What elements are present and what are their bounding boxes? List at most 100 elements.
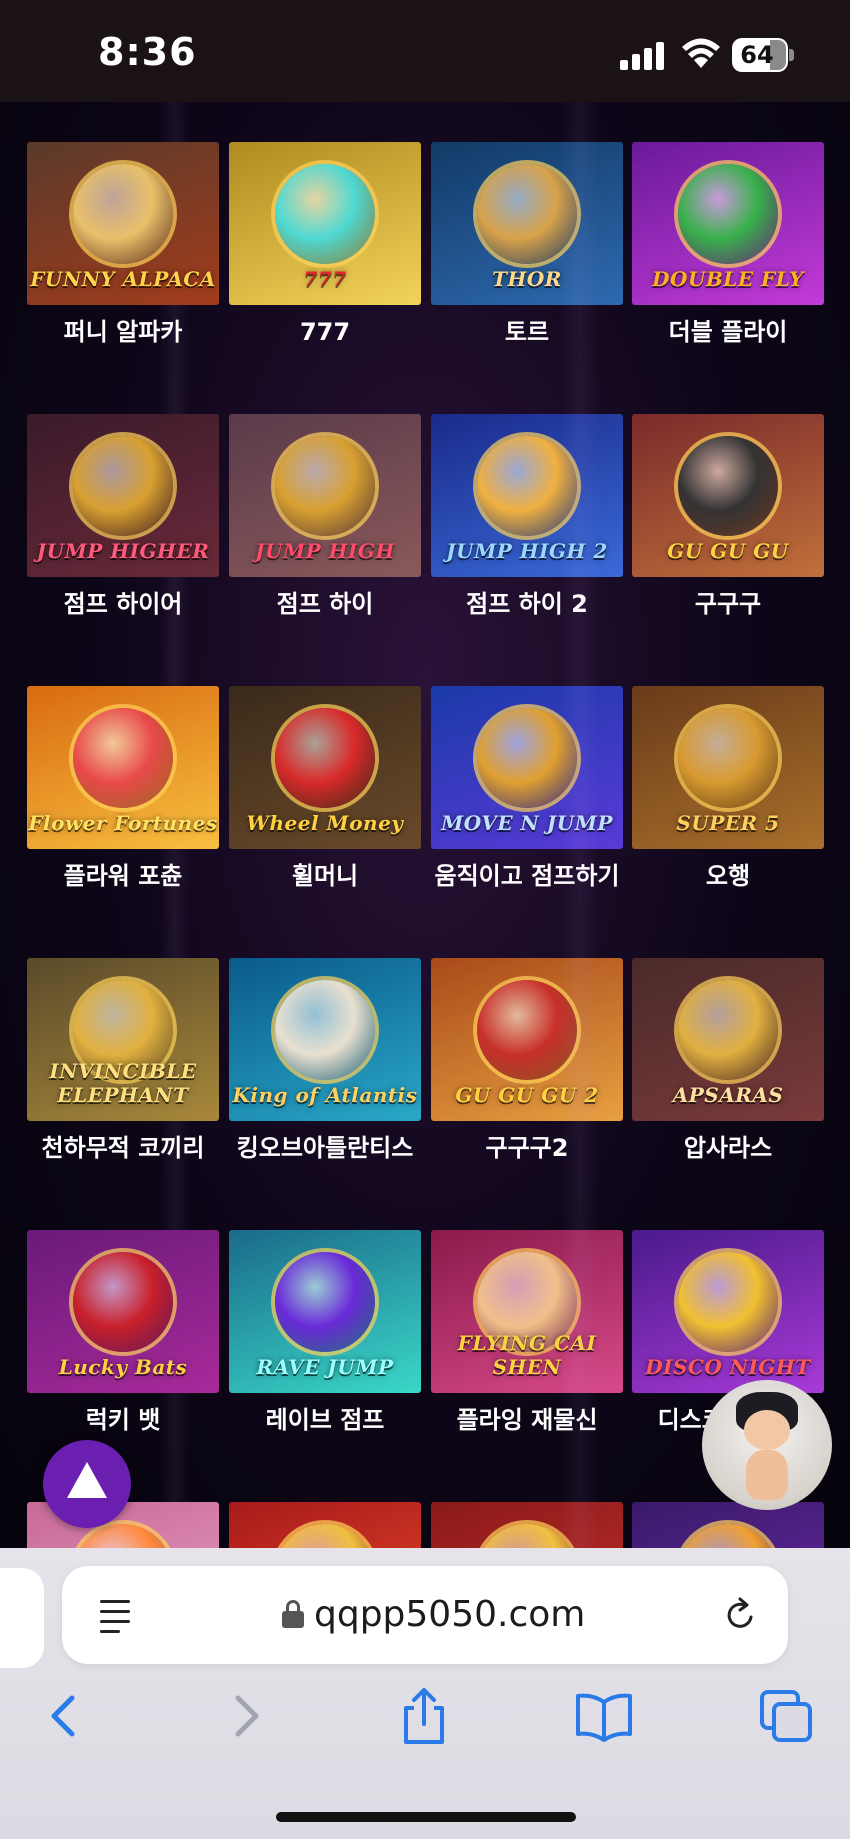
game-emblem xyxy=(73,1252,173,1352)
game-title[interactable]: 오행 xyxy=(632,859,824,893)
game-thumbnail[interactable]: Lucky Bats xyxy=(27,1230,219,1393)
game-thumbnail[interactable]: JUMP HIGH 2 xyxy=(431,414,623,577)
game-title[interactable]: 더블 플라이 xyxy=(632,315,824,349)
game-title[interactable]: 퍼니 알파카 xyxy=(27,315,219,349)
game-title[interactable]: 점프 하이어 xyxy=(27,587,219,621)
game-emblem xyxy=(73,436,173,536)
game-title[interactable]: 천하무적 코끼리 xyxy=(27,1131,219,1165)
game-logo: INVINCIBLE ELEPHANT xyxy=(49,1059,197,1107)
game-card[interactable]: RAVE JUMP 레이브 점프 xyxy=(229,1230,421,1437)
back-icon[interactable] xyxy=(34,1686,94,1746)
game-card[interactable] xyxy=(632,1502,824,1548)
game-card[interactable]: GU GU GU 2 구구구2 xyxy=(431,958,623,1165)
game-thumbnail[interactable]: 777 xyxy=(229,142,421,305)
game-logo: GU GU GU xyxy=(667,539,789,563)
game-card[interactable]: Flower Fortunes 플라워 포츈 xyxy=(27,686,219,893)
game-emblem xyxy=(275,436,375,536)
previous-tab-preview[interactable] xyxy=(0,1568,44,1668)
game-thumbnail[interactable]: GU GU GU xyxy=(632,414,824,577)
game-title[interactable]: 토르 xyxy=(431,315,623,349)
game-card[interactable]: Lucky Bats 럭키 뱃 xyxy=(27,1230,219,1437)
game-card[interactable]: JUMP HIGH 2 점프 하이 2 xyxy=(431,414,623,621)
game-thumbnail[interactable]: JUMP HIGHER xyxy=(27,414,219,577)
game-logo: King of Atlantis xyxy=(232,1083,418,1107)
game-logo: Flower Fortunes xyxy=(28,811,218,835)
game-card[interactable]: FLYING CAI SHEN 플라잉 재물신 xyxy=(431,1230,623,1437)
game-title[interactable]: 휠머니 xyxy=(229,859,421,893)
game-thumbnail[interactable]: THOR xyxy=(431,142,623,305)
lock-icon xyxy=(282,1600,304,1628)
game-emblem xyxy=(678,164,778,264)
game-thumbnail[interactable]: King of Atlantis xyxy=(229,958,421,1121)
game-thumbnail[interactable]: JUMP HIGH xyxy=(229,414,421,577)
game-emblem xyxy=(678,1524,778,1548)
game-emblem xyxy=(477,1524,577,1548)
game-title[interactable]: 킹오브아틀란티스 xyxy=(229,1131,421,1165)
game-emblem xyxy=(275,708,375,808)
game-card[interactable]: GU GU GU 구구구 xyxy=(632,414,824,621)
game-thumbnail[interactable] xyxy=(431,1502,623,1548)
page-menu-icon[interactable] xyxy=(100,1596,136,1634)
reload-icon[interactable] xyxy=(722,1596,758,1634)
game-title[interactable]: 점프 하이 2 xyxy=(431,587,623,621)
game-thumbnail[interactable]: FUNNY ALPACA xyxy=(27,142,219,305)
bookmarks-icon[interactable] xyxy=(574,1686,634,1746)
game-card[interactable]: JUMP HIGH 점프 하이 xyxy=(229,414,421,621)
game-card[interactable]: MOVE N JUMP 움직이고 점프하기 xyxy=(431,686,623,893)
game-thumbnail[interactable]: Wheel Money xyxy=(229,686,421,849)
game-title[interactable]: 움직이고 점프하기 xyxy=(431,859,623,893)
game-title[interactable]: 럭키 뱃 xyxy=(27,1403,219,1437)
game-title[interactable]: 777 xyxy=(229,315,421,349)
game-logo: JUMP HIGH 2 xyxy=(446,539,608,563)
address-bar[interactable]: qqpp5050.com xyxy=(62,1566,788,1664)
game-grid[interactable]: FUNNY ALPACA 퍼니 알파카 777 777 THOR 토르 DOUBLE FLY… xyxy=(0,102,850,1548)
game-logo: RAVE JUMP xyxy=(256,1355,394,1379)
game-thumbnail[interactable]: GU GU GU 2 xyxy=(431,958,623,1121)
game-card[interactable]: King of Atlantis 킹오브아틀란티스 xyxy=(229,958,421,1165)
game-title[interactable]: 플라잉 재물신 xyxy=(431,1403,623,1437)
game-card[interactable]: APSARAS 압사라스 xyxy=(632,958,824,1165)
game-card[interactable]: JUMP HIGHER 점프 하이어 xyxy=(27,414,219,621)
game-thumbnail[interactable] xyxy=(229,1502,421,1548)
game-card[interactable]: FUNNY ALPACA 퍼니 알파카 xyxy=(27,142,219,349)
game-card[interactable] xyxy=(431,1502,623,1548)
game-logo: APSARAS xyxy=(672,1083,784,1107)
game-thumbnail[interactable] xyxy=(632,1502,824,1548)
game-title[interactable]: 레이브 점프 xyxy=(229,1403,421,1437)
game-thumbnail[interactable]: MOVE N JUMP xyxy=(431,686,623,849)
game-card[interactable]: 777 777 xyxy=(229,142,421,349)
game-thumbnail[interactable]: RAVE JUMP xyxy=(229,1230,421,1393)
game-title[interactable]: 플라워 포츈 xyxy=(27,859,219,893)
game-thumbnail[interactable]: FLYING CAI SHEN xyxy=(431,1230,623,1393)
game-thumbnail[interactable]: Flower Fortunes xyxy=(27,686,219,849)
game-emblem xyxy=(477,436,577,536)
game-thumbnail[interactable]: DOUBLE FLY xyxy=(632,142,824,305)
game-logo: JUMP HIGHER xyxy=(36,539,210,563)
game-title[interactable]: 압사라스 xyxy=(632,1131,824,1165)
game-logo: GU GU GU 2 xyxy=(455,1083,599,1107)
game-thumbnail[interactable]: DISCO NIGHT xyxy=(632,1230,824,1393)
game-thumbnail[interactable]: SUPER 5 xyxy=(632,686,824,849)
share-icon[interactable] xyxy=(394,1686,454,1746)
game-card[interactable]: THOR 토르 xyxy=(431,142,623,349)
game-title[interactable]: 구구구 xyxy=(632,587,824,621)
tabs-icon[interactable] xyxy=(756,1686,816,1746)
mascot-chat-button[interactable] xyxy=(702,1380,832,1510)
status-bar: 8:36 64 xyxy=(0,0,850,102)
game-card[interactable] xyxy=(229,1502,421,1548)
game-logo: MOVE N JUMP xyxy=(441,811,613,835)
game-card[interactable]: DOUBLE FLY 더블 플라이 xyxy=(632,142,824,349)
game-card[interactable]: Wheel Money 휠머니 xyxy=(229,686,421,893)
game-thumbnail[interactable]: APSARAS xyxy=(632,958,824,1121)
game-card[interactable]: INVINCIBLE ELEPHANT 천하무적 코끼리 xyxy=(27,958,219,1165)
game-card[interactable]: SUPER 5 오행 xyxy=(632,686,824,893)
game-emblem xyxy=(275,1524,375,1548)
home-indicator[interactable] xyxy=(276,1812,576,1822)
game-thumbnail[interactable]: INVINCIBLE ELEPHANT xyxy=(27,958,219,1121)
scroll-to-top-button[interactable] xyxy=(43,1440,131,1528)
url-text[interactable]: qqpp5050.com xyxy=(314,1590,585,1640)
game-title[interactable]: 점프 하이 xyxy=(229,587,421,621)
game-title[interactable]: 구구구2 xyxy=(431,1131,623,1165)
forward-icon[interactable] xyxy=(216,1686,276,1746)
game-emblem xyxy=(275,980,375,1080)
